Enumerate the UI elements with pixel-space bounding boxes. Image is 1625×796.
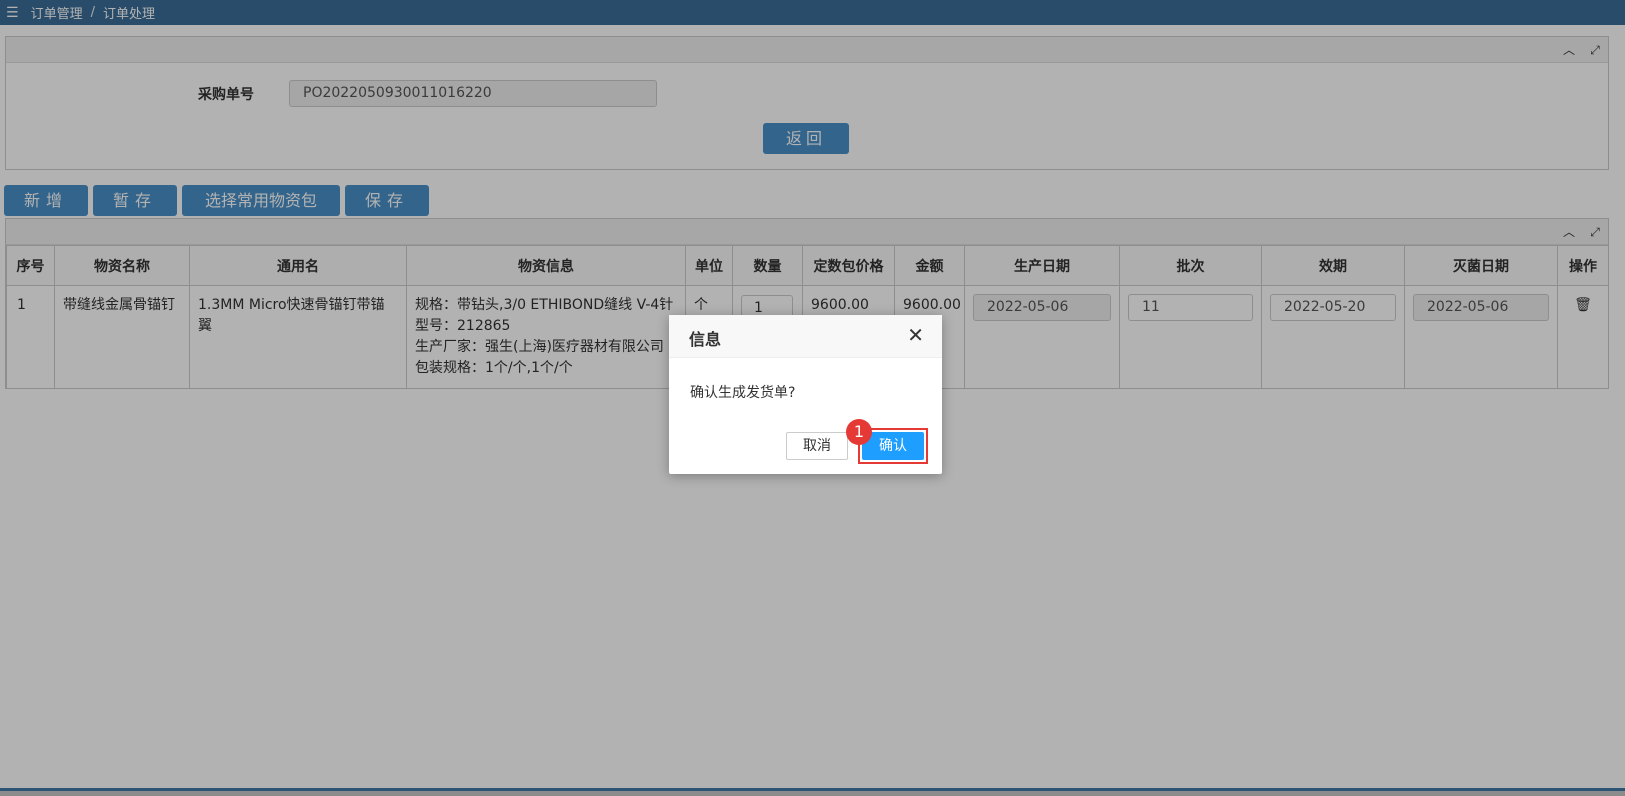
dialog-title: 信息 <box>689 330 722 349</box>
step-badge: 1 <box>846 419 872 445</box>
dialog-message: 确认生成发货单? <box>690 385 796 401</box>
cancel-button[interactable]: 取消 <box>786 432 848 460</box>
dialog-header: 信息 ✕ <box>669 315 942 358</box>
close-icon[interactable]: ✕ <box>907 324 924 346</box>
confirm-dialog: 信息 ✕ 确认生成发货单? 取消 确认 1 <box>669 315 942 474</box>
bottom-border <box>0 788 1625 796</box>
